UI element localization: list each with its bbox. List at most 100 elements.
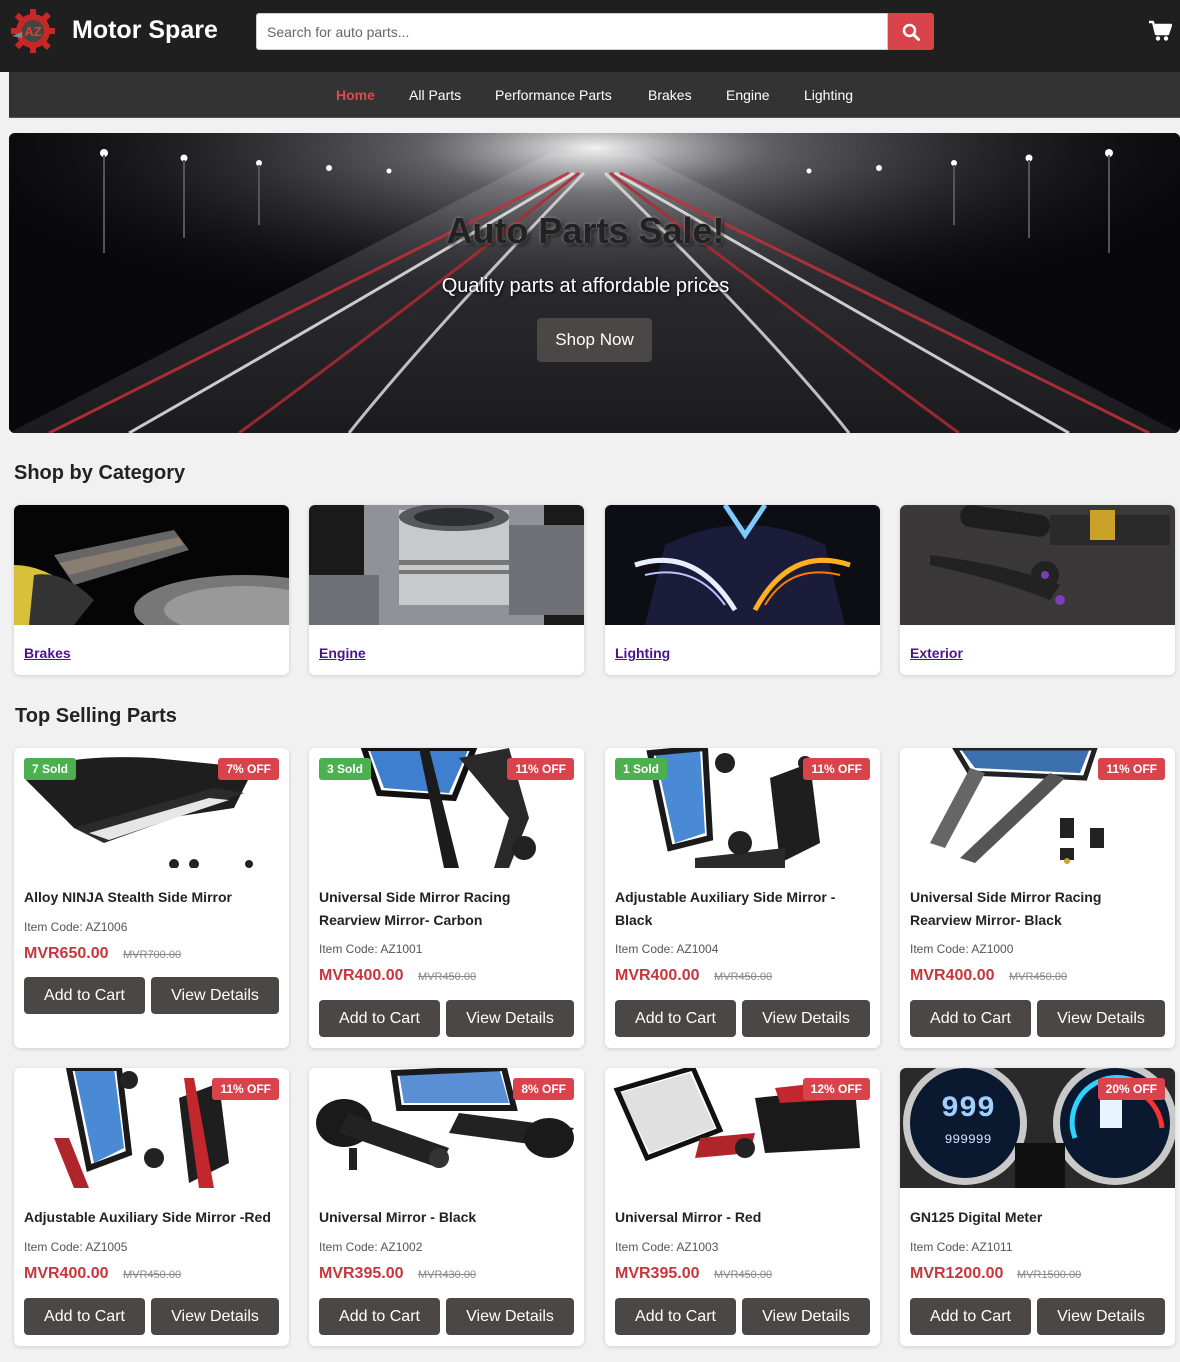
price: MVR400.00	[910, 967, 995, 984]
product-card[interactable]: 999 999999 20% OFF GN125 Digital Meter I…	[900, 1068, 1175, 1346]
product-card[interactable]: 8% OFF Universal Mirror - Black Item Cod…	[309, 1068, 584, 1346]
category-link-exterior[interactable]: Exterior	[910, 645, 963, 661]
product-name[interactable]: Adjustable Auxiliary Side Mirror - Black	[615, 886, 870, 932]
item-code: Item Code: AZ1011	[910, 1240, 1013, 1254]
search-icon	[902, 23, 920, 41]
brake-pads-image	[14, 505, 289, 625]
sold-badge: 7 Sold	[24, 758, 77, 780]
discount-badge: 7% OFF	[218, 758, 279, 780]
category-card-engine[interactable]: Engine	[309, 505, 584, 675]
top-header: AZ Motor Spare	[0, 0, 1180, 72]
item-code: Item Code: AZ1006	[24, 920, 128, 934]
item-code: Item Code: AZ1002	[319, 1240, 423, 1254]
category-link-brakes[interactable]: Brakes	[24, 645, 71, 661]
brand-name[interactable]: Motor Spare	[72, 16, 218, 45]
add-to-cart-button[interactable]: Add to Cart	[615, 1298, 736, 1335]
add-to-cart-button[interactable]: Add to Cart	[910, 1298, 1031, 1335]
cart-icon[interactable]	[1148, 20, 1172, 42]
old-price: MVR1500.00	[1017, 1269, 1082, 1281]
add-to-cart-button[interactable]: Add to Cart	[24, 977, 145, 1014]
product-card[interactable]: 11% OFF Adjustable Auxiliary Side Mirror…	[14, 1068, 289, 1346]
hero-subtitle: Quality parts at affordable prices	[441, 275, 730, 297]
product-card[interactable]: 3 Sold 11% OFF Universal Side Mirror Rac…	[309, 748, 584, 1048]
price: MVR400.00	[24, 1265, 109, 1282]
search-button[interactable]	[888, 13, 934, 50]
add-to-cart-button[interactable]: Add to Cart	[24, 1298, 145, 1335]
product-name[interactable]: Universal Mirror - Black	[319, 1206, 574, 1229]
search-input[interactable]	[256, 13, 888, 50]
sold-badge: 3 Sold	[319, 758, 372, 780]
view-details-button[interactable]: View Details	[446, 1000, 574, 1037]
category-link-lighting[interactable]: Lighting	[615, 645, 670, 661]
discount-badge: 8% OFF	[513, 1078, 574, 1100]
svg-text:999: 999	[941, 1092, 995, 1126]
add-to-cart-button[interactable]: Add to Cart	[319, 1298, 440, 1335]
brand-logo-icon[interactable]: AZ	[8, 6, 58, 56]
view-details-button[interactable]: View Details	[446, 1298, 574, 1335]
nav-home[interactable]: Home	[336, 87, 375, 103]
item-code: Item Code: AZ1003	[615, 1240, 719, 1254]
product-name[interactable]: Universal Mirror - Red	[615, 1206, 870, 1229]
discount-badge: 11% OFF	[212, 1078, 279, 1100]
product-card[interactable]: 11% OFF Universal Side Mirror Racing Rea…	[900, 748, 1175, 1048]
product-name[interactable]: Universal Side Mirror Racing Rearview Mi…	[910, 886, 1165, 932]
add-to-cart-button[interactable]: Add to Cart	[910, 1000, 1031, 1037]
old-price: MVR450.00	[714, 1269, 773, 1281]
add-to-cart-button[interactable]: Add to Cart	[615, 1000, 736, 1037]
item-code: Item Code: AZ1001	[319, 942, 423, 956]
sold-badge: 1 Sold	[615, 758, 668, 780]
old-price: MVR430.00	[418, 1269, 477, 1281]
item-code: Item Code: AZ1000	[910, 942, 1014, 956]
price: MVR1200.00	[910, 1265, 1004, 1282]
discount-badge: 11% OFF	[803, 758, 870, 780]
hero-title: Auto Parts Sale!	[446, 210, 725, 251]
old-price: MVR700.00	[123, 949, 182, 961]
category-heading: Shop by Category	[14, 462, 186, 484]
old-price: MVR450.00	[123, 1269, 182, 1281]
price: MVR650.00	[24, 945, 109, 962]
products-heading: Top Selling Parts	[15, 705, 177, 727]
old-price: MVR450.00	[418, 971, 477, 983]
category-card-exterior[interactable]: Exterior	[900, 505, 1175, 675]
discount-badge: 11% OFF	[507, 758, 574, 780]
shop-now-button[interactable]: Shop Now	[537, 318, 652, 362]
nav-lighting[interactable]: Lighting	[804, 87, 853, 103]
discount-badge: 12% OFF	[802, 1078, 870, 1100]
svg-text:AZ: AZ	[24, 24, 41, 39]
category-card-lighting[interactable]: Lighting	[605, 505, 880, 675]
category-card-brakes[interactable]: Brakes	[14, 505, 289, 675]
product-name[interactable]: GN125 Digital Meter	[910, 1206, 1165, 1229]
product-name[interactable]: Adjustable Auxiliary Side Mirror -Red	[24, 1206, 279, 1229]
discount-badge: 11% OFF	[1098, 758, 1165, 780]
view-details-button[interactable]: View Details	[151, 977, 279, 1014]
category-link-engine[interactable]: Engine	[319, 645, 366, 661]
exterior-handle-image	[900, 505, 1175, 625]
item-code: Item Code: AZ1004	[615, 942, 719, 956]
price: MVR395.00	[319, 1265, 404, 1282]
old-price: MVR450.00	[714, 971, 773, 983]
view-details-button[interactable]: View Details	[1037, 1298, 1165, 1335]
nav-brakes[interactable]: Brakes	[648, 87, 692, 103]
old-price: MVR450.00	[1009, 971, 1068, 983]
view-details-button[interactable]: View Details	[742, 1298, 870, 1335]
nav-engine[interactable]: Engine	[726, 87, 770, 103]
product-name[interactable]: Universal Side Mirror Racing Rearview Mi…	[319, 886, 574, 932]
nav-performance-parts[interactable]: Performance Parts	[495, 87, 612, 103]
headlight-image	[605, 505, 880, 625]
view-details-button[interactable]: View Details	[151, 1298, 279, 1335]
engine-image	[309, 505, 584, 625]
price: MVR395.00	[615, 1265, 700, 1282]
svg-text:999999: 999999	[945, 1132, 992, 1147]
product-card[interactable]: 7 Sold 7% OFF Alloy NINJA Stealth Side M…	[14, 748, 289, 1048]
product-name[interactable]: Alloy NINJA Stealth Side Mirror	[24, 886, 279, 909]
discount-badge: 20% OFF	[1097, 1078, 1165, 1100]
item-code: Item Code: AZ1005	[24, 1240, 128, 1254]
price: MVR400.00	[615, 967, 700, 984]
view-details-button[interactable]: View Details	[742, 1000, 870, 1037]
product-card[interactable]: 1 Sold 11% OFF Adjustable Auxiliary Side…	[605, 748, 880, 1048]
nav-all-parts[interactable]: All Parts	[409, 87, 461, 103]
product-card[interactable]: 12% OFF Universal Mirror - Red Item Code…	[605, 1068, 880, 1346]
add-to-cart-button[interactable]: Add to Cart	[319, 1000, 440, 1037]
price: MVR400.00	[319, 967, 404, 984]
view-details-button[interactable]: View Details	[1037, 1000, 1165, 1037]
